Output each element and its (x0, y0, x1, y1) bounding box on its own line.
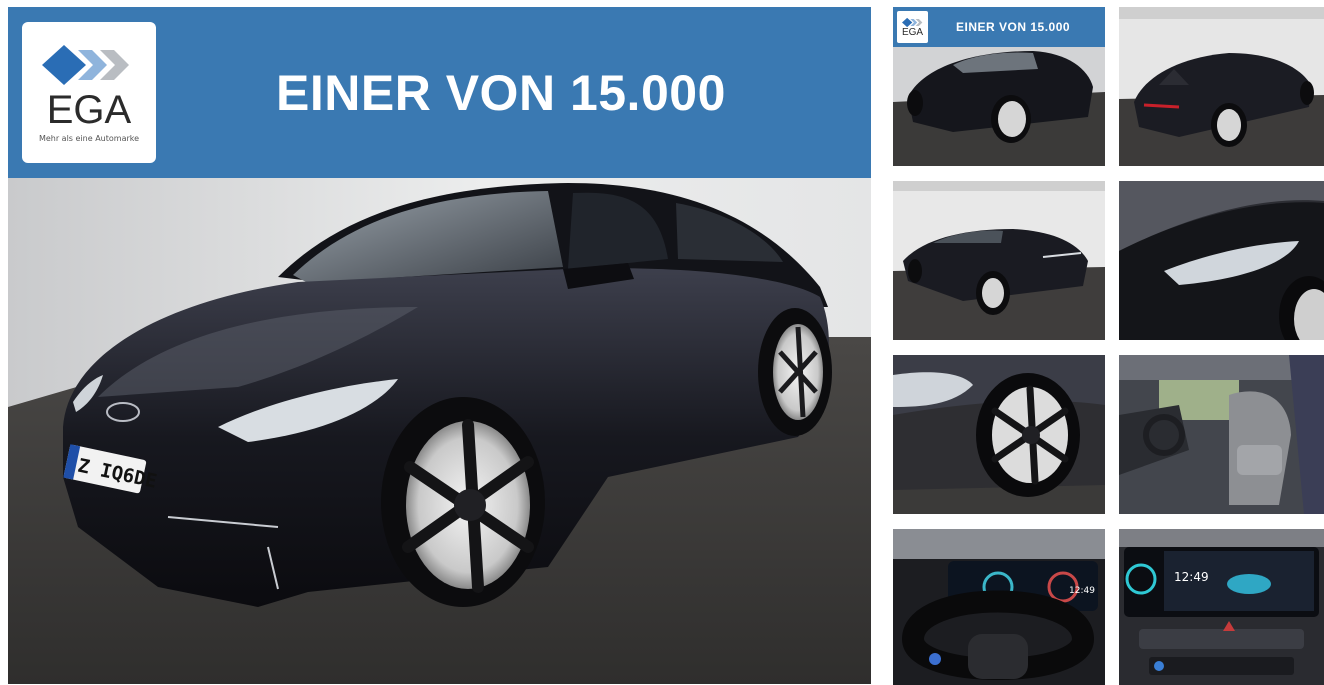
thumb-chevron-icon (901, 17, 922, 27)
thumb-headlight-icon (1119, 181, 1324, 340)
thumbnail-7[interactable]: 12:49 (893, 529, 1105, 685)
thumb-logo: EGA (897, 11, 928, 43)
front-wheel (381, 397, 545, 607)
promo-banner: EGA Mehr als eine Automarke EINER VON 15… (8, 7, 871, 178)
thumbnail-6[interactable] (1119, 355, 1324, 514)
thumbnail-4[interactable] (1119, 181, 1324, 340)
svg-text:12:49: 12:49 (1069, 586, 1095, 596)
rear-wheel (758, 308, 832, 436)
thumb-car-side-icon (893, 181, 1105, 340)
thumb-wheel-icon (893, 355, 1105, 514)
logo-wordmark: EGA (46, 88, 132, 132)
thumb-banner: EGA EINER VON 15.000 (893, 7, 1105, 47)
thumbnail-3[interactable] (893, 181, 1105, 340)
thumb-car-rear-icon (1119, 7, 1324, 166)
thumbnail-5[interactable] (893, 355, 1105, 514)
logo-tagline: Mehr als eine Automarke (38, 134, 140, 143)
thumbnail-1[interactable]: EGA EINER VON 15.000 (893, 7, 1105, 166)
main-vehicle-photo[interactable]: Z IQ6DE EGA Mehr als eine Automarke EINE… (8, 7, 871, 684)
thumb-infotainment-icon: 12:49 (1119, 529, 1324, 685)
vehicle-gallery: Z IQ6DE EGA Mehr als eine Automarke EINE… (0, 0, 1324, 685)
dashboard-clock: 12:49 (1174, 570, 1209, 584)
chevron-logo-icon (42, 45, 129, 85)
thumb-banner-title: EINER VON 15.000 (956, 20, 1071, 34)
banner-title: EINER VON 15.000 (276, 64, 726, 121)
thumbnail-8[interactable]: 12:49 (1119, 529, 1324, 685)
thumb-steering-icon: 12:49 (893, 529, 1105, 685)
ega-logo: EGA Mehr als eine Automarke (22, 22, 156, 163)
thumb-interior-icon (1119, 355, 1324, 514)
thumbnail-2[interactable] (1119, 7, 1324, 166)
